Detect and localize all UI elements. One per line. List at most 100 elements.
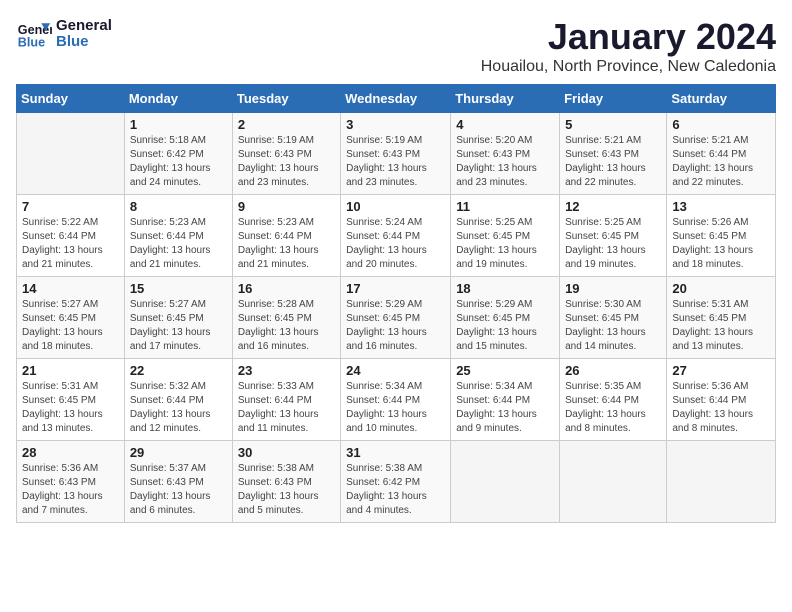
day-number: 13 — [672, 199, 770, 214]
day-number: 27 — [672, 363, 770, 378]
day-info: Sunrise: 5:38 AMSunset: 6:42 PMDaylight:… — [346, 462, 445, 518]
day-info: Sunrise: 5:33 AMSunset: 6:44 PMDaylight:… — [238, 380, 335, 436]
calendar-cell: 30Sunrise: 5:38 AMSunset: 6:43 PMDayligh… — [232, 441, 340, 523]
calendar-cell — [667, 441, 776, 523]
calendar-cell: 27 Sunrise: 5:36 AMSunset: 6:44 PMDayligh… — [667, 359, 776, 441]
calendar-cell: 6Sunrise: 5:21 AMSunset: 6:44 PMDaylight… — [667, 113, 776, 195]
day-number: 16 — [238, 281, 335, 296]
day-number: 3 — [346, 117, 445, 132]
day-number: 23 — [238, 363, 335, 378]
day-info: Sunrise: 5:32 AMSunset: 6:44 PMDaylight:… — [130, 380, 227, 436]
day-info: Sunrise: 5:31 AMSunset: 6:45 PMDaylight:… — [672, 298, 770, 354]
calendar-cell — [451, 441, 560, 523]
day-info: Sunrise: 5:19 AMSunset: 6:43 PMDaylight:… — [346, 134, 445, 190]
day-number: 8 — [130, 199, 227, 214]
day-number: 30 — [238, 445, 335, 460]
day-info: Sunrise: 5:27 AMSunset: 6:45 PMDaylight:… — [130, 298, 227, 354]
day-number: 22 — [130, 363, 227, 378]
weekday-header-row: SundayMondayTuesdayWednesdayThursdayFrid… — [17, 85, 776, 113]
day-number: 19 — [565, 281, 661, 296]
day-number: 5 — [565, 117, 661, 132]
day-number: 14 — [22, 281, 119, 296]
calendar-cell: 19 Sunrise: 5:30 AMSunset: 6:45 PMDayligh… — [560, 277, 667, 359]
day-number: 31 — [346, 445, 445, 460]
calendar-cell: 31 Sunrise: 5:38 AMSunset: 6:42 PMDayligh… — [341, 441, 451, 523]
calendar-cell: 5 Sunrise: 5:21 AMSunset: 6:43 PMDaylight… — [560, 113, 667, 195]
day-number: 24 — [346, 363, 445, 378]
day-number: 29 — [130, 445, 227, 460]
day-info: Sunrise: 5:23 AMSunset: 6:44 PMDaylight:… — [238, 216, 335, 272]
day-number: 12 — [565, 199, 661, 214]
calendar-cell — [560, 441, 667, 523]
calendar-cell: 7 Sunrise: 5:22 AMSunset: 6:44 PMDaylight… — [17, 195, 125, 277]
calendar-cell: 2 Sunrise: 5:19 AMSunset: 6:43 PMDaylight… — [232, 113, 340, 195]
calendar-cell: 25Sunrise: 5:34 AMSunset: 6:44 PMDayligh… — [451, 359, 560, 441]
day-number: 17 — [346, 281, 445, 296]
weekday-header: Saturday — [667, 85, 776, 113]
day-number: 28 — [22, 445, 119, 460]
calendar-cell: 9 Sunrise: 5:23 AMSunset: 6:44 PMDaylight… — [232, 195, 340, 277]
day-info: Sunrise: 5:34 AMSunset: 6:44 PMDaylight:… — [346, 380, 445, 436]
day-number: 9 — [238, 199, 335, 214]
weekday-header: Thursday — [451, 85, 560, 113]
calendar-cell: 21 Sunrise: 5:31 AMSunset: 6:45 PMDayligh… — [17, 359, 125, 441]
day-info: Sunrise: 5:24 AMSunset: 6:44 PMDaylight:… — [346, 216, 445, 272]
location-subtitle: Houailou, North Province, New Caledonia — [481, 58, 776, 76]
logo-line2: Blue — [56, 34, 112, 51]
day-number: 11 — [456, 199, 554, 214]
calendar-cell: 3 Sunrise: 5:19 AMSunset: 6:43 PMDaylight… — [341, 113, 451, 195]
calendar-cell: 28 Sunrise: 5:36 AMSunset: 6:43 PMDayligh… — [17, 441, 125, 523]
calendar-cell: 22 Sunrise: 5:32 AMSunset: 6:44 PMDayligh… — [124, 359, 232, 441]
day-number: 4 — [456, 117, 554, 132]
day-number: 21 — [22, 363, 119, 378]
day-number: 7 — [22, 199, 119, 214]
day-info: Sunrise: 5:25 AMSunset: 6:45 PMDaylight:… — [565, 216, 661, 272]
calendar-cell: 12 Sunrise: 5:25 AMSunset: 6:45 PMDayligh… — [560, 195, 667, 277]
calendar-cell: 8Sunrise: 5:23 AMSunset: 6:44 PMDaylight… — [124, 195, 232, 277]
weekday-header: Sunday — [17, 85, 125, 113]
logo: General Blue General Blue — [16, 16, 112, 52]
day-info: Sunrise: 5:27 AMSunset: 6:45 PMDaylight:… — [22, 298, 119, 354]
day-info: Sunrise: 5:29 AMSunset: 6:45 PMDaylight:… — [456, 298, 554, 354]
logo-line1: General — [56, 18, 112, 35]
calendar-cell: 13Sunrise: 5:26 AMSunset: 6:45 PMDayligh… — [667, 195, 776, 277]
day-info: Sunrise: 5:19 AMSunset: 6:43 PMDaylight:… — [238, 134, 335, 190]
day-info: Sunrise: 5:35 AMSunset: 6:44 PMDaylight:… — [565, 380, 661, 436]
svg-text:Blue: Blue — [18, 36, 45, 50]
day-info: Sunrise: 5:21 AMSunset: 6:43 PMDaylight:… — [565, 134, 661, 190]
month-title: January 2024 — [481, 16, 776, 58]
day-number: 1 — [130, 117, 227, 132]
header: General Blue General Blue January 2024 H… — [16, 16, 776, 76]
calendar-cell: 14 Sunrise: 5:27 AMSunset: 6:45 PMDayligh… — [17, 277, 125, 359]
day-number: 2 — [238, 117, 335, 132]
calendar-cell: 4 Sunrise: 5:20 AMSunset: 6:43 PMDaylight… — [451, 113, 560, 195]
day-info: Sunrise: 5:31 AMSunset: 6:45 PMDaylight:… — [22, 380, 119, 436]
calendar-cell: 11Sunrise: 5:25 AMSunset: 6:45 PMDayligh… — [451, 195, 560, 277]
title-area: January 2024 Houailou, North Province, N… — [481, 16, 776, 76]
day-info: Sunrise: 5:29 AMSunset: 6:45 PMDaylight:… — [346, 298, 445, 354]
calendar-cell: 24 Sunrise: 5:34 AMSunset: 6:44 PMDayligh… — [341, 359, 451, 441]
day-number: 18 — [456, 281, 554, 296]
calendar-cell: 16Sunrise: 5:28 AMSunset: 6:45 PMDayligh… — [232, 277, 340, 359]
day-info: Sunrise: 5:36 AMSunset: 6:43 PMDaylight:… — [22, 462, 119, 518]
day-info: Sunrise: 5:37 AMSunset: 6:43 PMDaylight:… — [130, 462, 227, 518]
calendar-cell: 29 Sunrise: 5:37 AMSunset: 6:43 PMDayligh… — [124, 441, 232, 523]
logo-icon: General Blue — [16, 16, 52, 52]
weekday-header: Monday — [124, 85, 232, 113]
calendar-cell: 18 Sunrise: 5:29 AMSunset: 6:45 PMDayligh… — [451, 277, 560, 359]
day-info: Sunrise: 5:36 AMSunset: 6:44 PMDaylight:… — [672, 380, 770, 436]
calendar-cell: 1 Sunrise: 5:18 AMSunset: 6:42 PMDaylight… — [124, 113, 232, 195]
day-number: 20 — [672, 281, 770, 296]
day-info: Sunrise: 5:18 AMSunset: 6:42 PMDaylight:… — [130, 134, 227, 190]
calendar-cell — [17, 113, 125, 195]
calendar-table: SundayMondayTuesdayWednesdayThursdayFrid… — [16, 84, 776, 523]
day-number: 10 — [346, 199, 445, 214]
calendar-week-row: 28 Sunrise: 5:36 AMSunset: 6:43 PMDayligh… — [17, 441, 776, 523]
day-info: Sunrise: 5:34 AMSunset: 6:44 PMDaylight:… — [456, 380, 554, 436]
day-info: Sunrise: 5:30 AMSunset: 6:45 PMDaylight:… — [565, 298, 661, 354]
day-info: Sunrise: 5:20 AMSunset: 6:43 PMDaylight:… — [456, 134, 554, 190]
calendar-week-row: 21 Sunrise: 5:31 AMSunset: 6:45 PMDayligh… — [17, 359, 776, 441]
day-info: Sunrise: 5:22 AMSunset: 6:44 PMDaylight:… — [22, 216, 119, 272]
calendar-cell: 26Sunrise: 5:35 AMSunset: 6:44 PMDayligh… — [560, 359, 667, 441]
calendar-cell: 17 Sunrise: 5:29 AMSunset: 6:45 PMDayligh… — [341, 277, 451, 359]
